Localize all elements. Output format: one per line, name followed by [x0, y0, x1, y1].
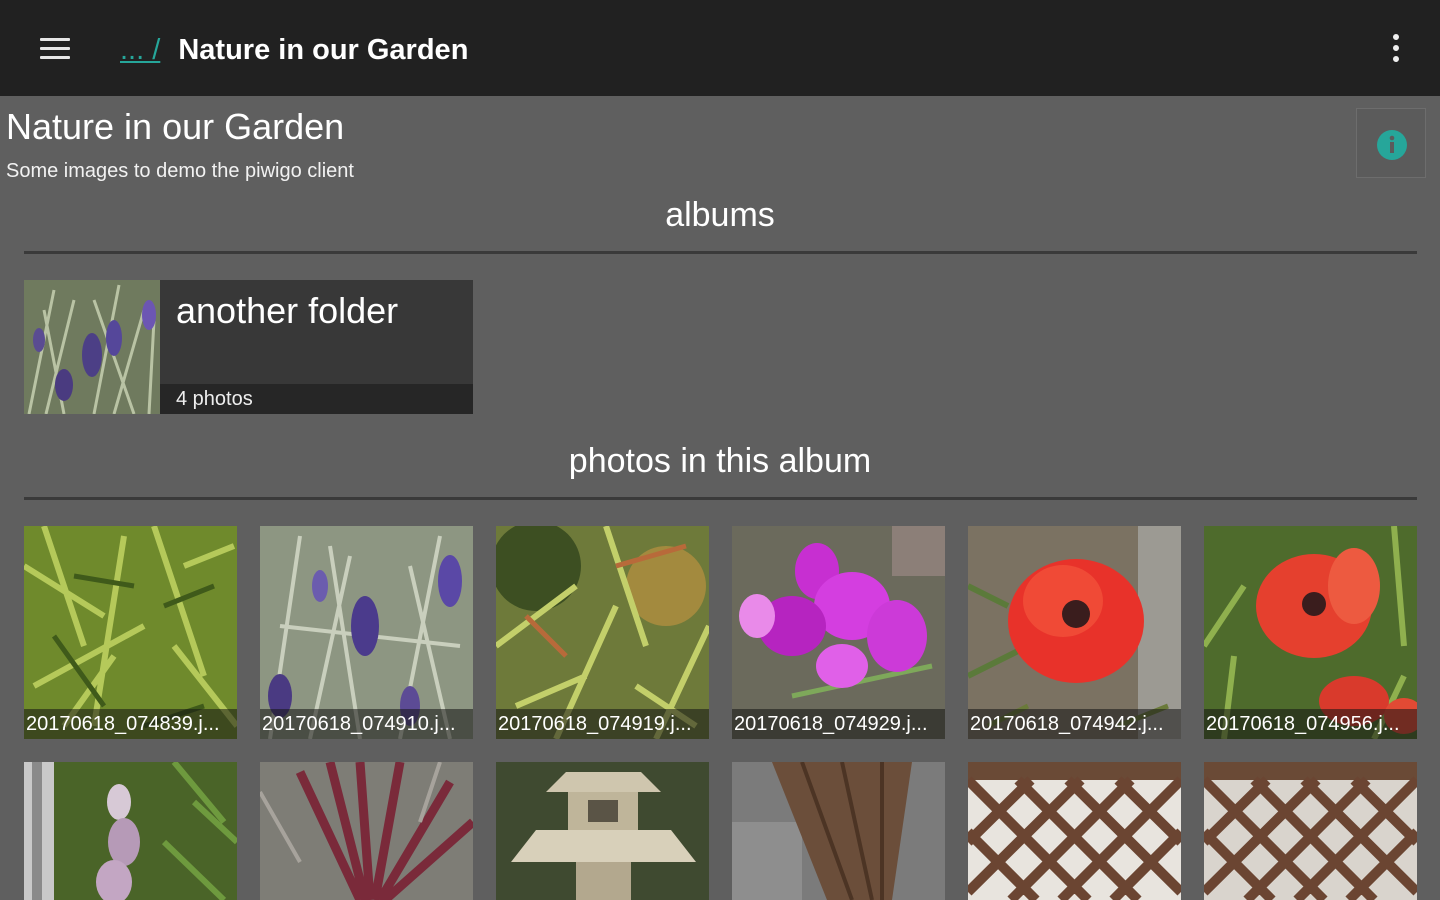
- photos-divider: [24, 497, 1417, 500]
- photo-caption: 20170618_074910.j...: [262, 713, 456, 735]
- album-description: Some images to demo the piwigo client: [6, 160, 354, 182]
- breadcrumb-current: Nature in our Garden: [178, 34, 469, 66]
- subalbum-count-bar: 4 photos: [160, 384, 473, 414]
- photo-tile[interactable]: 20170618_074839.j...: [24, 526, 237, 739]
- photos-heading: photos in this album: [568, 442, 872, 480]
- photo-caption: 20170618_074919.j...: [498, 713, 692, 735]
- photo-caption-bar: 20170618_074919.j...: [496, 709, 709, 739]
- photo-tile[interactable]: [732, 762, 945, 900]
- photo-caption: 20170618_074942.j...: [970, 713, 1164, 735]
- breadcrumb: ... / Nature in our Garden: [120, 30, 468, 70]
- breadcrumb-parent-link[interactable]: ... /: [120, 34, 160, 66]
- photo-tile[interactable]: 20170618_074942.j...: [968, 526, 1181, 739]
- photo-caption-bar: 20170618_074956.j...: [1204, 709, 1417, 739]
- photo-tile[interactable]: [24, 762, 237, 900]
- photo-tile[interactable]: 20170618_074910.j...: [260, 526, 473, 739]
- albums-divider: [24, 251, 1417, 254]
- photo-tile[interactable]: 20170618_074929.j...: [732, 526, 945, 739]
- overflow-menu-icon[interactable]: [1378, 28, 1414, 68]
- photo-tile[interactable]: [496, 762, 709, 900]
- photo-caption: 20170618_074839.j...: [26, 713, 220, 735]
- subalbum-photo-count: 4 photos: [176, 388, 253, 410]
- photo-caption-bar: 20170618_074910.j...: [260, 709, 473, 739]
- photo-caption: 20170618_074929.j...: [734, 713, 928, 735]
- photo-tile[interactable]: [260, 762, 473, 900]
- hamburger-menu-icon[interactable]: [30, 28, 80, 70]
- subalbum-thumbnail: [24, 280, 160, 414]
- app-bar: ... / Nature in our Garden: [0, 0, 1440, 96]
- photo-caption-bar: 20170618_074839.j...: [24, 709, 237, 739]
- albums-heading: albums: [665, 196, 775, 234]
- photo-caption-bar: 20170618_074929.j...: [732, 709, 945, 739]
- info-icon: [1377, 130, 1407, 160]
- photo-tile[interactable]: [1204, 762, 1417, 900]
- photo-tile[interactable]: 20170618_074956.j...: [1204, 526, 1417, 739]
- photo-tile[interactable]: [968, 762, 1181, 900]
- subalbum-card-another-folder[interactable]: another folder 4 photos: [24, 280, 473, 414]
- photo-caption: 20170618_074956.j...: [1206, 713, 1400, 735]
- photo-tile[interactable]: 20170618_074919.j...: [496, 526, 709, 739]
- info-button[interactable]: [1356, 108, 1426, 178]
- subalbum-name: another folder: [176, 290, 399, 331]
- page-title: Nature in our Garden: [6, 106, 345, 147]
- photo-caption-bar: 20170618_074942.j...: [968, 709, 1181, 739]
